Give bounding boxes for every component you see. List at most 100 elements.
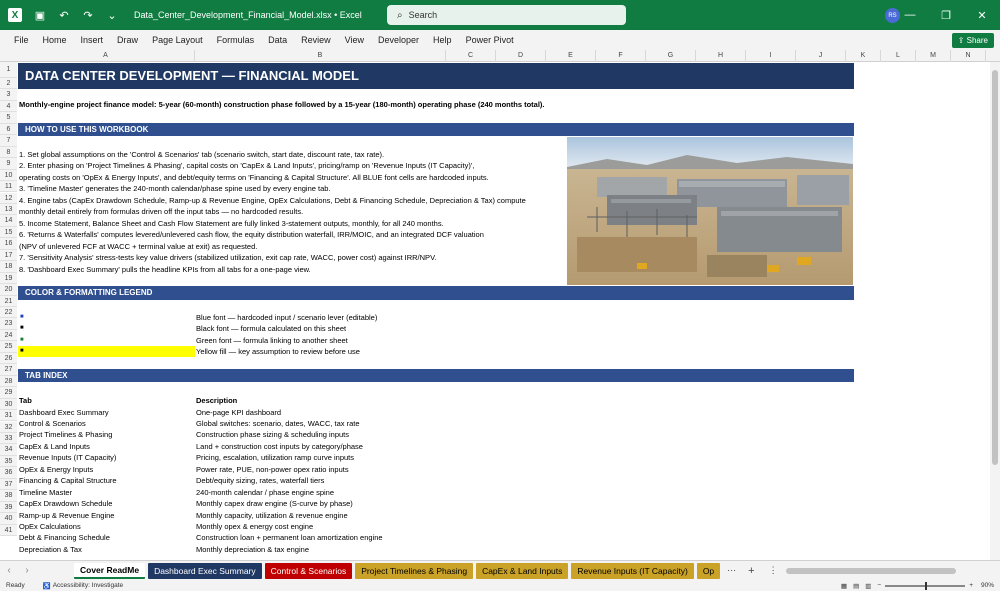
tab-index-description[interactable]: One-page KPI dashboard [196, 407, 281, 418]
save-icon[interactable]: ▣ [32, 7, 48, 23]
column-header-l[interactable]: L [881, 50, 916, 62]
add-sheet-icon[interactable]: + [748, 565, 754, 577]
tab-index-description[interactable]: Construction loan + permanent loan amort… [196, 532, 383, 543]
row-header-13[interactable]: 13 [0, 203, 17, 216]
row-header-22[interactable]: 22 [0, 307, 17, 319]
row-header-31[interactable]: 31 [0, 410, 17, 422]
row-header-9[interactable]: 9 [0, 158, 17, 170]
tab-index-name[interactable]: Control & Scenarios [19, 418, 86, 429]
column-header-j[interactable]: J [796, 50, 846, 62]
tab-index-name[interactable]: Timeline Master [19, 487, 72, 498]
row-header-3[interactable]: 3 [0, 89, 17, 101]
sheet-subtitle[interactable]: Monthly-engine project finance model: 5-… [19, 99, 545, 110]
row-header-21[interactable]: 21 [0, 295, 17, 307]
ribbon-tab-developer[interactable]: Developer [378, 35, 419, 45]
column-header-i[interactable]: I [746, 50, 796, 62]
sheet-tab[interactable]: Op [696, 562, 721, 579]
how-to-line[interactable]: 8. 'Dashboard Exec Summary' pulls the he… [19, 264, 311, 275]
how-to-line[interactable]: 4. Engine tabs (CapEx Drawdown Schedule,… [19, 195, 526, 206]
legend-text[interactable]: Blue font — hardcoded input / scenario l… [196, 312, 377, 323]
tab-index-name[interactable]: Financing & Capital Structure [19, 475, 117, 486]
row-header-28[interactable]: 28 [0, 375, 17, 388]
row-header-24[interactable]: 24 [0, 329, 17, 342]
prev-sheet-icon[interactable]: ‹ [0, 565, 18, 576]
row-header-39[interactable]: 39 [0, 501, 17, 514]
ribbon-tab-insert[interactable]: Insert [81, 35, 104, 45]
sheet-tab[interactable]: CapEx & Land Inputs [476, 562, 569, 579]
tab-index-description[interactable]: 240-month calendar / phase engine spine [196, 487, 334, 498]
row-header-33[interactable]: 33 [0, 432, 17, 445]
column-header-g[interactable]: G [646, 50, 696, 62]
row-header-30[interactable]: 30 [0, 398, 17, 411]
row-header-35[interactable]: 35 [0, 455, 17, 468]
ribbon-tab-page-layout[interactable]: Page Layout [152, 35, 203, 45]
search-box[interactable]: ⌕ Search [387, 5, 626, 25]
tab-index-description[interactable]: Construction phase sizing & scheduling i… [196, 429, 349, 440]
row-header-25[interactable]: 25 [0, 341, 17, 353]
page-layout-icon[interactable]: ▤ [853, 582, 859, 590]
row-header-38[interactable]: 38 [0, 490, 17, 502]
column-header-d[interactable]: D [496, 50, 546, 62]
column-header-n[interactable]: N [951, 50, 986, 62]
row-header-14[interactable]: 14 [0, 215, 17, 227]
ribbon-tab-formulas[interactable]: Formulas [217, 35, 255, 45]
column-header-c[interactable]: C [446, 50, 496, 62]
row-header-8[interactable]: 8 [0, 146, 17, 159]
row-header-15[interactable]: 15 [0, 226, 17, 239]
row-header-1[interactable]: 1 [0, 62, 17, 78]
tab-index-description[interactable]: Monthly capex draw engine (S-curve by ph… [196, 498, 353, 509]
row-header-17[interactable]: 17 [0, 249, 17, 262]
column-header-k[interactable]: K [846, 50, 881, 62]
row-header-26[interactable]: 26 [0, 352, 17, 365]
undo-icon[interactable]: ↶ [56, 7, 72, 23]
ribbon-tab-draw[interactable]: Draw [117, 35, 138, 45]
restore-icon[interactable]: ❐ [928, 0, 964, 30]
accessibility-status[interactable]: Accessibility: Investigate [53, 582, 123, 589]
how-to-line[interactable]: 6. 'Returns & Waterfalls' computes lever… [19, 229, 484, 240]
tab-index-description[interactable]: Debt/equity sizing, rates, waterfall tie… [196, 475, 324, 486]
row-header-19[interactable]: 19 [0, 272, 17, 285]
page-break-icon[interactable]: ▥ [865, 582, 871, 590]
tab-index-header[interactable]: TAB INDEX [18, 369, 854, 382]
row-header-27[interactable]: 27 [0, 364, 17, 376]
sheet-tab[interactable]: Revenue Inputs (IT Capacity) [571, 562, 694, 579]
sheet-tab[interactable]: Cover ReadMe [74, 562, 146, 579]
ribbon-tab-review[interactable]: Review [301, 35, 331, 45]
how-to-line[interactable]: 3. 'Timeline Master' generates the 240-m… [19, 183, 331, 194]
tab-index-name[interactable]: CapEx Drawdown Schedule [19, 498, 112, 509]
tab-index-name[interactable]: Revenue Inputs (IT Capacity) [19, 452, 116, 463]
customize-chevron-icon[interactable]: ⌄ [104, 7, 120, 23]
tab-menu-icon[interactable]: ⋮ [769, 565, 778, 576]
row-header-5[interactable]: 5 [0, 112, 17, 124]
legend-text[interactable]: Black font — formula calculated on this … [196, 323, 346, 334]
tab-index-description[interactable]: Land + construction cost inputs by categ… [196, 441, 363, 452]
normal-view-icon[interactable]: ▦ [841, 582, 847, 590]
tab-index-description[interactable]: Monthly depreciation & tax engine [196, 544, 309, 555]
column-header-b[interactable]: B [195, 50, 446, 62]
worksheet-grid[interactable]: DATA CENTER DEVELOPMENT — FINANCIAL MODE… [17, 62, 990, 560]
row-header-20[interactable]: 20 [0, 284, 17, 296]
ribbon-tab-file[interactable]: File [14, 35, 29, 45]
ribbon-tab-help[interactable]: Help [433, 35, 452, 45]
row-header-36[interactable]: 36 [0, 467, 17, 479]
how-to-line[interactable]: (NPV of unlevered FCF at WACC + terminal… [19, 241, 257, 252]
tab-index-name[interactable]: Dashboard Exec Summary [19, 407, 109, 418]
row-header-11[interactable]: 11 [0, 181, 17, 193]
sheet-tab[interactable]: Dashboard Exec Summary [148, 562, 262, 579]
how-to-header[interactable]: HOW TO USE THIS WORKBOOK [18, 123, 854, 136]
row-header-23[interactable]: 23 [0, 318, 17, 330]
sheet-title[interactable]: DATA CENTER DEVELOPMENT — FINANCIAL MODE… [18, 63, 854, 89]
row-header-7[interactable]: 7 [0, 135, 17, 147]
how-to-line[interactable]: 7. 'Sensitivity Analysis' stress-tests k… [19, 252, 436, 263]
column-header-f[interactable]: F [596, 50, 646, 62]
zoom-out-icon[interactable]: − [877, 582, 881, 589]
how-to-line[interactable]: monthly detail entirely from formulas dr… [19, 206, 303, 217]
scroll-thumb[interactable] [992, 70, 998, 465]
row-header-4[interactable]: 4 [0, 100, 17, 113]
tab-index-name[interactable]: OpEx Calculations [19, 521, 81, 532]
close-icon[interactable]: ✕ [964, 0, 1000, 30]
row-header-40[interactable]: 40 [0, 513, 17, 525]
how-to-line[interactable]: 2. Enter phasing on 'Project Timelines &… [19, 160, 474, 171]
tab-index-name[interactable]: Project Timelines & Phasing [19, 429, 112, 440]
tab-column-header[interactable]: Tab [19, 395, 32, 406]
